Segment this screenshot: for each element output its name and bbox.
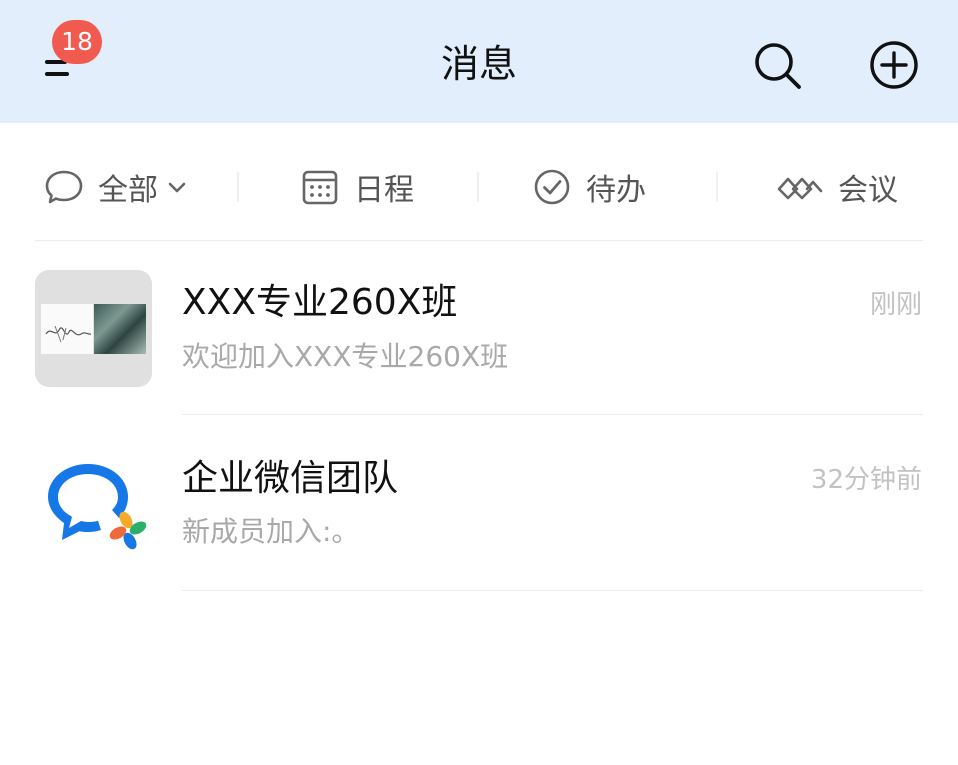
filter-label: 日程 xyxy=(354,173,414,208)
divider xyxy=(477,172,479,202)
filter-all[interactable]: 全部 xyxy=(44,164,188,210)
divider xyxy=(716,172,718,202)
filter-meeting[interactable]: 会议 xyxy=(776,164,898,210)
divider xyxy=(35,240,923,241)
top-bar: 18 消息 xyxy=(0,0,958,123)
check-circle-icon xyxy=(534,169,570,205)
conversation-time: 刚刚 xyxy=(869,290,922,320)
plus-circle-icon xyxy=(870,41,918,89)
filter-schedule[interactable]: 日程 xyxy=(300,164,414,210)
filter-bar: 全部 日程 待办 会议 xyxy=(0,150,958,225)
meeting-icon xyxy=(777,177,823,200)
filter-label: 待办 xyxy=(586,173,646,208)
signature-image xyxy=(45,325,92,343)
filter-todo[interactable]: 待办 xyxy=(532,164,646,210)
filter-label: 会议 xyxy=(838,173,898,208)
conversation-time: 32分钟前 xyxy=(810,465,922,495)
page-title: 消息 xyxy=(440,42,517,86)
group-avatar xyxy=(35,270,152,387)
conversation-preview: 欢迎加入XXX专业260X班 xyxy=(182,340,509,373)
search-icon xyxy=(755,43,801,89)
member-avatar xyxy=(94,304,146,354)
calendar-icon xyxy=(302,170,338,205)
filter-label: 全部 xyxy=(98,173,158,208)
chevron-down-icon xyxy=(168,182,186,193)
divider xyxy=(182,590,923,591)
divider xyxy=(182,414,923,415)
conversation-name: 企业微信团队 xyxy=(182,458,399,499)
divider xyxy=(237,172,239,202)
search-button[interactable] xyxy=(752,40,802,90)
conversation-preview: 新成员加入:。 xyxy=(182,515,360,548)
conversation-name: XXX专业260X班 xyxy=(182,282,458,323)
member-avatar xyxy=(41,304,93,354)
chat-bubble-icon xyxy=(45,170,83,204)
add-button[interactable] xyxy=(869,40,919,90)
wecom-logo-icon xyxy=(40,452,150,552)
